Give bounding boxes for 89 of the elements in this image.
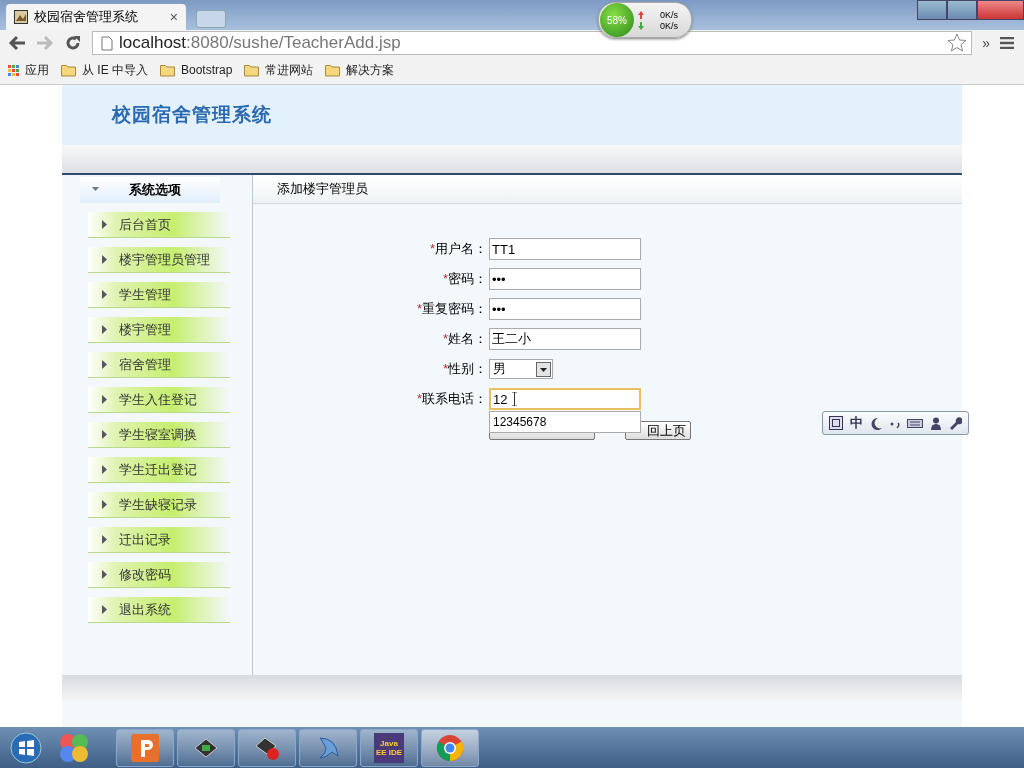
sidebar-item[interactable]: 退出系统 [88, 597, 230, 623]
input-field[interactable]: ••• [489, 298, 641, 320]
folder-icon [244, 63, 260, 77]
field-label: *姓名： [441, 330, 487, 348]
select-field[interactable]: 男 [489, 359, 553, 379]
field-label: *联系电话： [415, 390, 487, 408]
folder-icon [160, 63, 175, 77]
back-icon[interactable] [8, 35, 26, 51]
sidebar-item[interactable]: 学生寝室调换 [88, 422, 230, 448]
field-label: *密码： [441, 270, 487, 288]
arrow-icon [102, 360, 107, 369]
app-button[interactable] [238, 728, 296, 767]
down-arrow-icon [638, 21, 644, 30]
text-cursor-icon [511, 392, 518, 406]
sidebar-item[interactable]: 学生迁出登记 [88, 457, 230, 483]
download-rate: 0K/s [660, 20, 678, 31]
moon-icon[interactable] [870, 416, 883, 430]
chrome-icon [436, 733, 464, 762]
wrench-icon[interactable] [949, 416, 962, 430]
dropdown-icon [536, 361, 551, 377]
sidebar-item[interactable]: 学生管理 [88, 282, 230, 308]
minimize-button[interactable] [917, 0, 947, 20]
sidebar-item[interactable]: 后台首页 [88, 212, 230, 238]
reload-icon[interactable] [64, 34, 82, 52]
autocomplete-option[interactable]: 12345678 [490, 412, 640, 432]
folder-icon [61, 63, 76, 77]
arrow-icon [102, 255, 107, 264]
sidebar-item[interactable]: 迁出记录 [88, 527, 230, 553]
input-field[interactable]: TT1 [489, 238, 641, 260]
address-bar[interactable]: localhost:8080/sushe/TeacherAdd.jsp [92, 31, 973, 55]
star-icon[interactable] [947, 33, 968, 53]
arrow-icon [102, 465, 107, 474]
browser-tab[interactable]: 校园宿舍管理系统 × [6, 4, 186, 30]
arrow-icon [102, 430, 107, 439]
slides-icon [131, 733, 159, 762]
arrow-icon [102, 220, 107, 229]
field-label: *用户名： [428, 240, 487, 258]
close-icon[interactable]: × [169, 9, 178, 25]
up-arrow-icon [638, 10, 644, 19]
bookmark[interactable]: 应用 [8, 61, 49, 79]
app-button[interactable]: Java EE IDE [360, 728, 418, 767]
arrow-icon [102, 500, 107, 509]
windows-logo-icon [10, 731, 42, 764]
input-field[interactable]: 王二小 [489, 328, 641, 350]
input-field[interactable]: ••• [489, 268, 641, 290]
bookmark[interactable]: Bootstrap [160, 63, 233, 77]
field-label: *性别： [441, 360, 487, 378]
arrow-icon [102, 395, 107, 404]
field-label: *重复密码： [415, 300, 487, 318]
apps-icon [8, 64, 19, 76]
bookmark[interactable]: 常进网站 [244, 61, 314, 79]
sidebar-item[interactable]: 学生入住登记 [88, 387, 230, 413]
bookmark[interactable]: 解决方案 [325, 61, 395, 79]
sidebar-item[interactable]: 学生缺寝记录 [88, 492, 230, 518]
app-button[interactable] [421, 728, 479, 767]
input-mode-toggle[interactable]: 中 [850, 414, 863, 432]
arrow-icon [102, 325, 107, 334]
caret-icon [92, 186, 99, 194]
app-button[interactable] [177, 728, 235, 767]
site-title: 校园宿舍管理系统 [112, 103, 272, 127]
arrow-icon [102, 605, 107, 614]
input-field[interactable]: 12 [489, 388, 641, 410]
logo-icon[interactable] [829, 416, 843, 430]
image-icon [14, 10, 28, 24]
overflow-button[interactable]: » [982, 35, 990, 51]
keyboard-icon[interactable] [907, 416, 923, 430]
usage-gauge: 58% [600, 3, 634, 37]
arrow-icon [102, 535, 107, 544]
content-title: 添加楼宇管理员 [253, 175, 962, 204]
menu-icon[interactable] [1000, 37, 1014, 49]
app-button[interactable] [116, 728, 174, 767]
sidebar-item[interactable]: 楼宇管理 [88, 317, 230, 343]
user-icon[interactable] [930, 416, 942, 430]
arrow-icon [102, 570, 107, 579]
sidebar-heading[interactable]: 系统选项 [80, 177, 220, 203]
page-icon [101, 35, 113, 51]
sidebar-item[interactable]: 宿舍管理 [88, 352, 230, 378]
bookmark[interactable]: 从 IE 中导入 [61, 61, 148, 79]
sidebar-item[interactable]: 楼宇管理员管理 [88, 247, 230, 273]
folder-icon [325, 63, 341, 77]
upload-rate: 0K/s [660, 9, 678, 20]
sidebar-item[interactable]: 修改密码 [88, 562, 230, 588]
flower-icon [58, 731, 90, 764]
ide-icon: Java EE IDE [374, 732, 404, 763]
tab-title: 校园宿舍管理系统 [34, 8, 139, 26]
arrow-icon [102, 290, 107, 299]
sidebar-heading-text: 系统选项 [129, 181, 181, 199]
close-button[interactable] [977, 0, 1024, 20]
restore-button[interactable] [947, 0, 977, 20]
